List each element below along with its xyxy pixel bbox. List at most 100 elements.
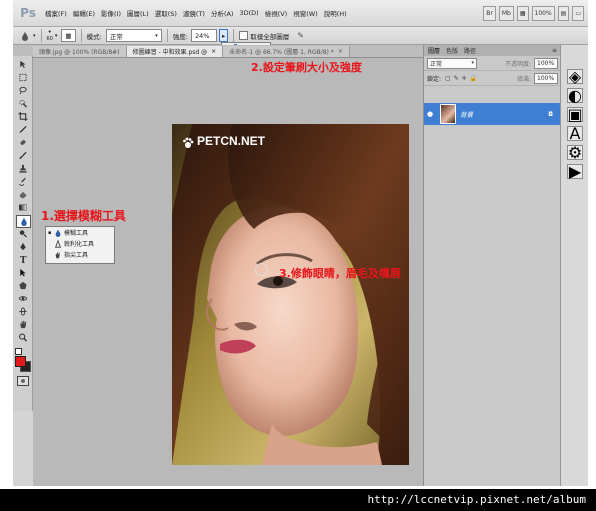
lock-image-icon[interactable]: ✎: [454, 75, 459, 82]
hand-tool-icon[interactable]: [16, 319, 29, 330]
actions-panel-icon[interactable]: ▶: [567, 162, 583, 181]
flyout-item-blur-label: 模糊工具: [64, 230, 89, 237]
history-brush-tool-icon[interactable]: [16, 176, 29, 187]
strength-slider-toggle[interactable]: ▸: [218, 29, 229, 42]
lock-transparency-icon[interactable]: ▢: [445, 75, 451, 82]
opacity-input[interactable]: 100%: [534, 57, 558, 69]
album-url: http://lccnetvip.pixnet.net/album: [367, 493, 586, 506]
layers-panel-tabs: 圖層 色版 路徑 ≡: [424, 45, 561, 56]
quick-mask-icon[interactable]: [17, 376, 29, 386]
character-panel-icon[interactable]: A: [567, 124, 583, 143]
grid-icon[interactable]: ▦: [516, 5, 529, 21]
sample-all-layers-checkbox[interactable]: [239, 31, 249, 40]
menu-window[interactable]: 視窗(W): [293, 8, 318, 18]
chevron-down-icon: ▾: [155, 32, 158, 39]
clone-stamp-tool-icon[interactable]: [16, 163, 29, 174]
tab-document-3[interactable]: 未命名-1 @ 66.7% (圖層 1, RGB/8) * ×: [223, 46, 350, 57]
pen-tool-icon[interactable]: [16, 241, 29, 252]
annotation-step3: 3.修飾眼睛，眉毛及嘴唇: [279, 267, 401, 280]
annotation-step1: 1.選擇模糊工具: [41, 209, 126, 223]
lasso-tool-icon[interactable]: [16, 85, 29, 96]
menu-analysis[interactable]: 分析(A): [211, 8, 234, 18]
flyout-item-sharpen-label: 銳利化工具: [64, 241, 95, 248]
flyout-item-sharpen[interactable]: 銳利化工具: [46, 238, 114, 249]
zoom-tool-icon[interactable]: [16, 332, 29, 343]
foreground-color-swatch[interactable]: [15, 356, 26, 367]
flyout-item-smudge-label: 指尖工具: [64, 252, 89, 259]
brush-tool-icon[interactable]: [16, 150, 29, 161]
tool-preset-arrow-icon[interactable]: ▾: [33, 33, 36, 39]
panel-menu-icon[interactable]: ≡: [552, 47, 557, 54]
brush-picker-arrow-icon[interactable]: ▾: [55, 33, 58, 39]
document-photo[interactable]: PETCN.NET: [172, 124, 409, 465]
blend-mode-select[interactable]: 正常 ▾: [427, 57, 477, 69]
mode-select-value: 正常: [109, 32, 123, 41]
menu-edit[interactable]: 編輯(E): [73, 8, 95, 18]
path-selection-tool-icon[interactable]: [16, 267, 29, 278]
layer-row-background[interactable]: ● 背景 ◘: [424, 103, 561, 125]
annotation-step2: 2.設定筆刷大小及強度: [251, 61, 362, 74]
smudge-tool-icon: [55, 251, 60, 258]
gradient-tool-icon[interactable]: [16, 202, 29, 213]
close-icon[interactable]: ×: [338, 48, 343, 55]
bridge-button[interactable]: Br: [483, 5, 496, 21]
menu-view[interactable]: 檢視(V): [265, 8, 288, 18]
sharpen-tool-icon: [55, 239, 61, 248]
clone-source-icon[interactable]: ⚙: [567, 143, 583, 162]
quick-select-tool-icon[interactable]: [16, 98, 29, 109]
flyout-item-smudge[interactable]: 指尖工具: [46, 249, 114, 260]
fill-input[interactable]: 100%: [534, 72, 558, 84]
footer-bar: http://lccnetvip.pixnet.net/album: [0, 489, 596, 511]
menu-file[interactable]: 檔案(F): [45, 8, 67, 18]
dodge-tool-icon[interactable]: [16, 228, 29, 239]
shape-tool-icon[interactable]: [16, 280, 29, 291]
close-icon[interactable]: ×: [211, 48, 216, 55]
menu-select[interactable]: 選取(S): [155, 8, 177, 18]
tab-paths[interactable]: 路徑: [464, 46, 476, 55]
crop-tool-icon[interactable]: [16, 111, 29, 122]
layer-thumbnail: [440, 104, 456, 124]
blur-tool-preset-icon[interactable]: [17, 29, 33, 42]
layers-panel-icon[interactable]: ◈: [567, 67, 583, 86]
type-tool-icon[interactable]: T: [16, 254, 29, 265]
brush-cursor-icon: [255, 263, 268, 276]
minibridge-button[interactable]: Mb: [498, 5, 514, 21]
tab-channels[interactable]: 色版: [446, 46, 458, 55]
healing-brush-tool-icon[interactable]: [16, 137, 29, 148]
brush-preset-picker[interactable]: • 60: [47, 28, 53, 43]
zoom-select[interactable]: 100%: [531, 5, 555, 21]
lock-label: 鎖定:: [427, 75, 442, 83]
layers-blend-row: 正常 ▾ 不透明度: 100%: [424, 56, 561, 71]
arrange-icon[interactable]: ▤: [557, 5, 570, 21]
3d-orbit-tool-icon[interactable]: [16, 306, 29, 317]
menu-filter[interactable]: 濾鏡(T): [183, 8, 205, 18]
blur-tool-icon[interactable]: [16, 215, 31, 228]
layer-name: 背景: [460, 111, 473, 119]
strength-input[interactable]: 24%: [190, 29, 217, 42]
menu-image[interactable]: 影像(I): [101, 8, 121, 18]
tab-layers[interactable]: 圖層: [428, 46, 440, 55]
marquee-tool-icon[interactable]: [16, 72, 29, 83]
eyedropper-tool-icon[interactable]: [16, 124, 29, 135]
fill-label: 填滿:: [516, 75, 531, 83]
visibility-eye-icon[interactable]: ●: [424, 110, 436, 118]
sample-all-layers-label: 取樣全部圖層: [250, 32, 290, 41]
menu-help[interactable]: 說明(H): [324, 8, 347, 18]
menu-3d[interactable]: 3D(D): [239, 9, 258, 17]
screen-mode-icon[interactable]: ▭: [572, 5, 584, 21]
pressure-brush-icon[interactable]: ✎: [297, 31, 304, 40]
eraser-tool-icon[interactable]: [16, 189, 29, 200]
default-colors-icon[interactable]: [15, 348, 22, 355]
menu-layer[interactable]: 圖層(L): [127, 8, 149, 18]
adjustments-panel-icon[interactable]: ◐: [567, 86, 583, 105]
tab-document-1[interactable]: 頭像.jpg @ 100% (RGB/8#): [33, 46, 127, 57]
masks-panel-icon[interactable]: ▣: [567, 105, 583, 124]
3d-rotate-tool-icon[interactable]: [16, 293, 29, 304]
brush-panel-toggle-icon[interactable]: ▦: [61, 29, 76, 42]
lock-all-icon[interactable]: 🔒: [470, 75, 477, 82]
lock-position-icon[interactable]: ✛: [462, 75, 467, 82]
tab-document-2[interactable]: 修圖練習 - 中和效果.psd @ ×: [126, 46, 224, 57]
flyout-item-blur[interactable]: ▪ 模糊工具: [46, 227, 114, 238]
mode-select[interactable]: 正常 ▾: [105, 29, 162, 42]
move-tool-icon[interactable]: [16, 59, 29, 70]
